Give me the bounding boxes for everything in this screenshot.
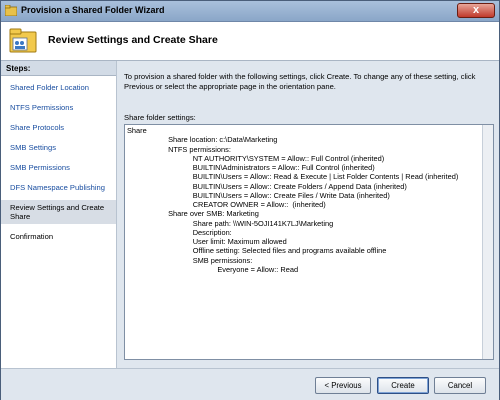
steps-heading: Steps: xyxy=(1,61,116,76)
steps-pane: Steps: Shared Folder Location NTFS Permi… xyxy=(1,61,117,368)
step-dfs-namespace-publishing[interactable]: DFS Namespace Publishing xyxy=(1,180,116,195)
cancel-button[interactable]: Cancel xyxy=(434,377,486,394)
button-bar: < Previous Create Cancel xyxy=(1,368,499,400)
create-button[interactable]: Create xyxy=(377,377,429,394)
instructions-text: To provision a shared folder with the fo… xyxy=(124,72,476,91)
step-share-protocols[interactable]: Share Protocols xyxy=(1,120,116,135)
window-title: Provision a Shared Folder Wizard xyxy=(21,5,165,15)
wizard-header: Review Settings and Create Share xyxy=(1,22,499,61)
vertical-scrollbar[interactable] xyxy=(482,125,493,359)
step-smb-settings[interactable]: SMB Settings xyxy=(1,140,116,155)
page-title: Review Settings and Create Share xyxy=(48,34,218,46)
step-shared-folder-location[interactable]: Shared Folder Location xyxy=(1,80,116,95)
close-icon: x xyxy=(472,4,480,16)
close-button[interactable]: x xyxy=(457,3,495,18)
wizard-app-icon xyxy=(5,5,17,16)
settings-label: Share folder settings: xyxy=(124,113,196,122)
step-ntfs-permissions[interactable]: NTFS Permissions xyxy=(1,100,116,115)
wizard-window: Provision a Shared Folder Wizard x Revie… xyxy=(0,0,500,400)
main-panel: To provision a shared folder with the fo… xyxy=(117,61,499,368)
previous-button[interactable]: < Previous xyxy=(315,377,371,394)
step-review-settings[interactable]: Review Settings and Create Share xyxy=(1,200,116,224)
step-confirmation: Confirmation xyxy=(10,232,54,241)
settings-textarea[interactable]: Share Share location: c:\Data\Marketing … xyxy=(124,124,494,360)
shared-folder-icon xyxy=(9,28,37,53)
title-bar[interactable]: Provision a Shared Folder Wizard x xyxy=(1,1,499,22)
step-smb-permissions[interactable]: SMB Permissions xyxy=(1,160,116,175)
settings-content: Share Share location: c:\Data\Marketing … xyxy=(127,126,459,274)
